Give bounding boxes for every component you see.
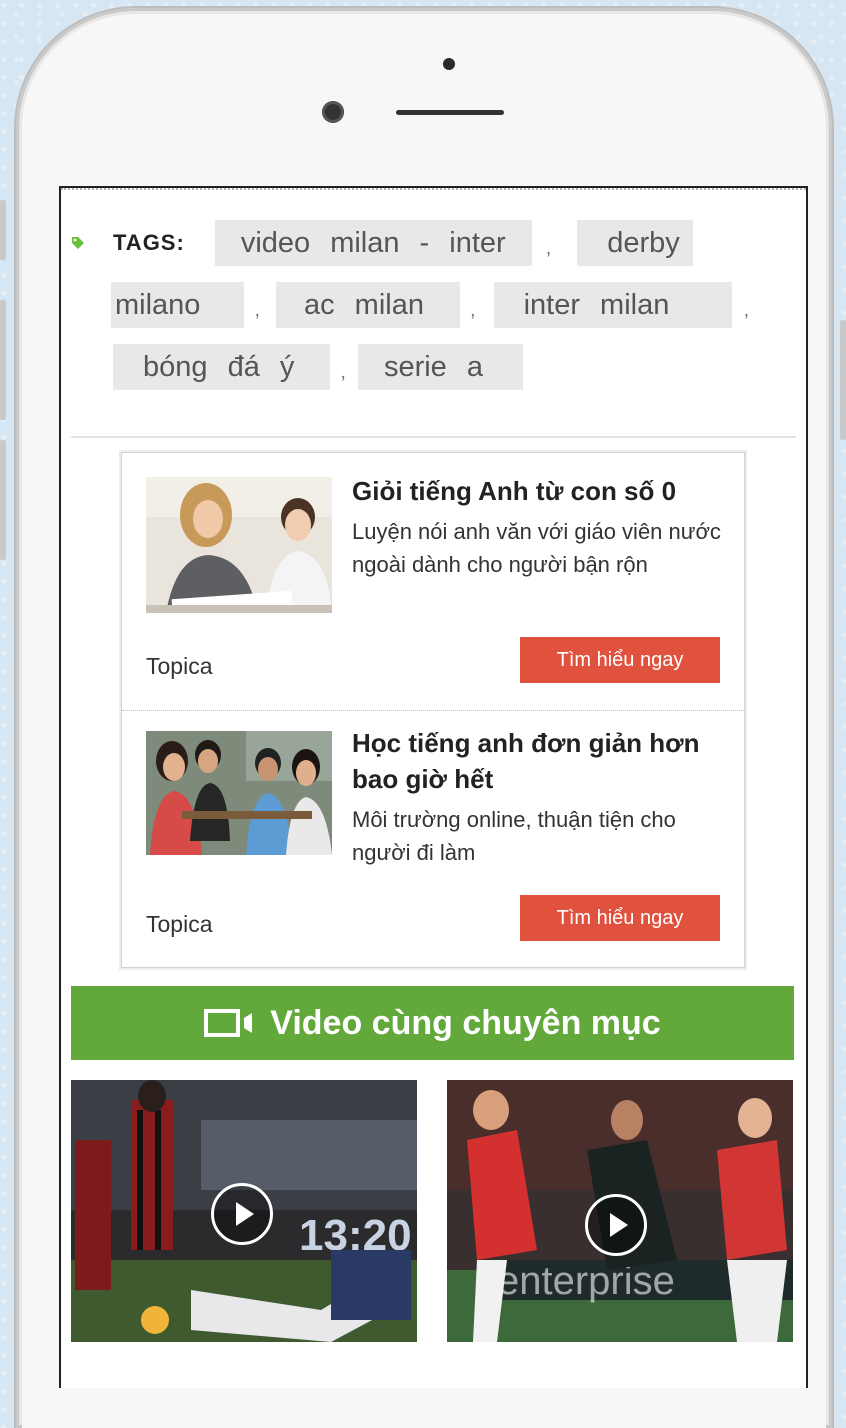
tag-video-milan-inter[interactable]: video milan - inter bbox=[214, 220, 532, 266]
play-icon[interactable] bbox=[585, 1194, 647, 1256]
tag-separator: , bbox=[254, 298, 260, 321]
sponsor-board-text: enterprise bbox=[497, 1259, 675, 1303]
tag-separator: , bbox=[340, 360, 346, 383]
ad-description: Môi trường online, thuận tiện cho người … bbox=[352, 807, 676, 865]
ad-image-group-studying[interactable] bbox=[146, 731, 332, 855]
ad-card[interactable]: Giỏi tiếng Anh từ con số 0 Luyện nói anh… bbox=[122, 453, 744, 709]
tag-ac-milan[interactable]: ac milan bbox=[276, 282, 460, 328]
ad-card[interactable]: Học tiếng anh đơn giản hơn bao giờ hết M… bbox=[122, 710, 744, 967]
tag-serie-a[interactable]: serie a bbox=[357, 344, 523, 390]
video-thumbnail[interactable]: 13:20 bbox=[71, 1080, 417, 1342]
tag-bong-da-y[interactable]: bóng đá ý bbox=[113, 344, 331, 390]
learn-more-button[interactable]: Tìm hiểu ngay bbox=[520, 637, 720, 683]
proximity-sensor bbox=[443, 58, 455, 70]
play-icon[interactable] bbox=[211, 1183, 273, 1245]
ad-title[interactable]: Giỏi tiếng Anh từ con số 0 bbox=[352, 473, 732, 509]
ad-title[interactable]: Học tiếng anh đơn giản hơn bao giờ hết bbox=[352, 725, 712, 797]
phone-screen: TAGS: video milan - inter , derby milano… bbox=[59, 186, 808, 1388]
learn-more-button[interactable]: Tìm hiểu ngay bbox=[520, 895, 720, 941]
video-thumbnail[interactable]: enterprise bbox=[447, 1080, 793, 1342]
ad-description: Luyện nói anh văn với giáo viên nước ngo… bbox=[352, 519, 721, 577]
tag-icon bbox=[72, 237, 84, 249]
tag-separator: , bbox=[545, 236, 552, 259]
ad-image-students-studying[interactable] bbox=[146, 477, 332, 613]
sponsored-ads-box: Giỏi tiếng Anh từ con số 0 Luyện nói anh… bbox=[121, 452, 745, 968]
related-videos-title: Video cùng chuyên mục bbox=[270, 1003, 661, 1042]
tags-line-2: milano , ac milan , inter milan , bbox=[111, 282, 749, 328]
ad-brand: Topica bbox=[146, 911, 213, 937]
top-dotted-rule bbox=[61, 188, 806, 190]
earpiece-speaker bbox=[396, 110, 504, 115]
tags-label: TAGS: bbox=[113, 230, 185, 255]
ad-brand: Topica bbox=[146, 653, 213, 679]
section-divider bbox=[71, 436, 796, 438]
tag-separator: , bbox=[743, 298, 750, 321]
front-camera-icon bbox=[322, 101, 344, 123]
tags-line-1: TAGS: video milan - inter , derby bbox=[113, 220, 694, 266]
power-button bbox=[840, 320, 846, 440]
mute-switch bbox=[0, 200, 6, 260]
volume-down-button bbox=[0, 440, 6, 560]
tag-derby-milano-part-2[interactable]: milano bbox=[111, 282, 245, 328]
tag-separator: , bbox=[470, 298, 476, 321]
tags-line-3: bóng đá ý , serie a bbox=[113, 344, 523, 390]
video-camera-icon bbox=[204, 1009, 253, 1037]
volume-up-button bbox=[0, 300, 6, 420]
tag-inter-milan[interactable]: inter milan bbox=[493, 282, 732, 328]
tag-derby-milano-part-1[interactable]: derby bbox=[577, 220, 694, 266]
related-videos-header: Video cùng chuyên mục bbox=[71, 986, 794, 1060]
